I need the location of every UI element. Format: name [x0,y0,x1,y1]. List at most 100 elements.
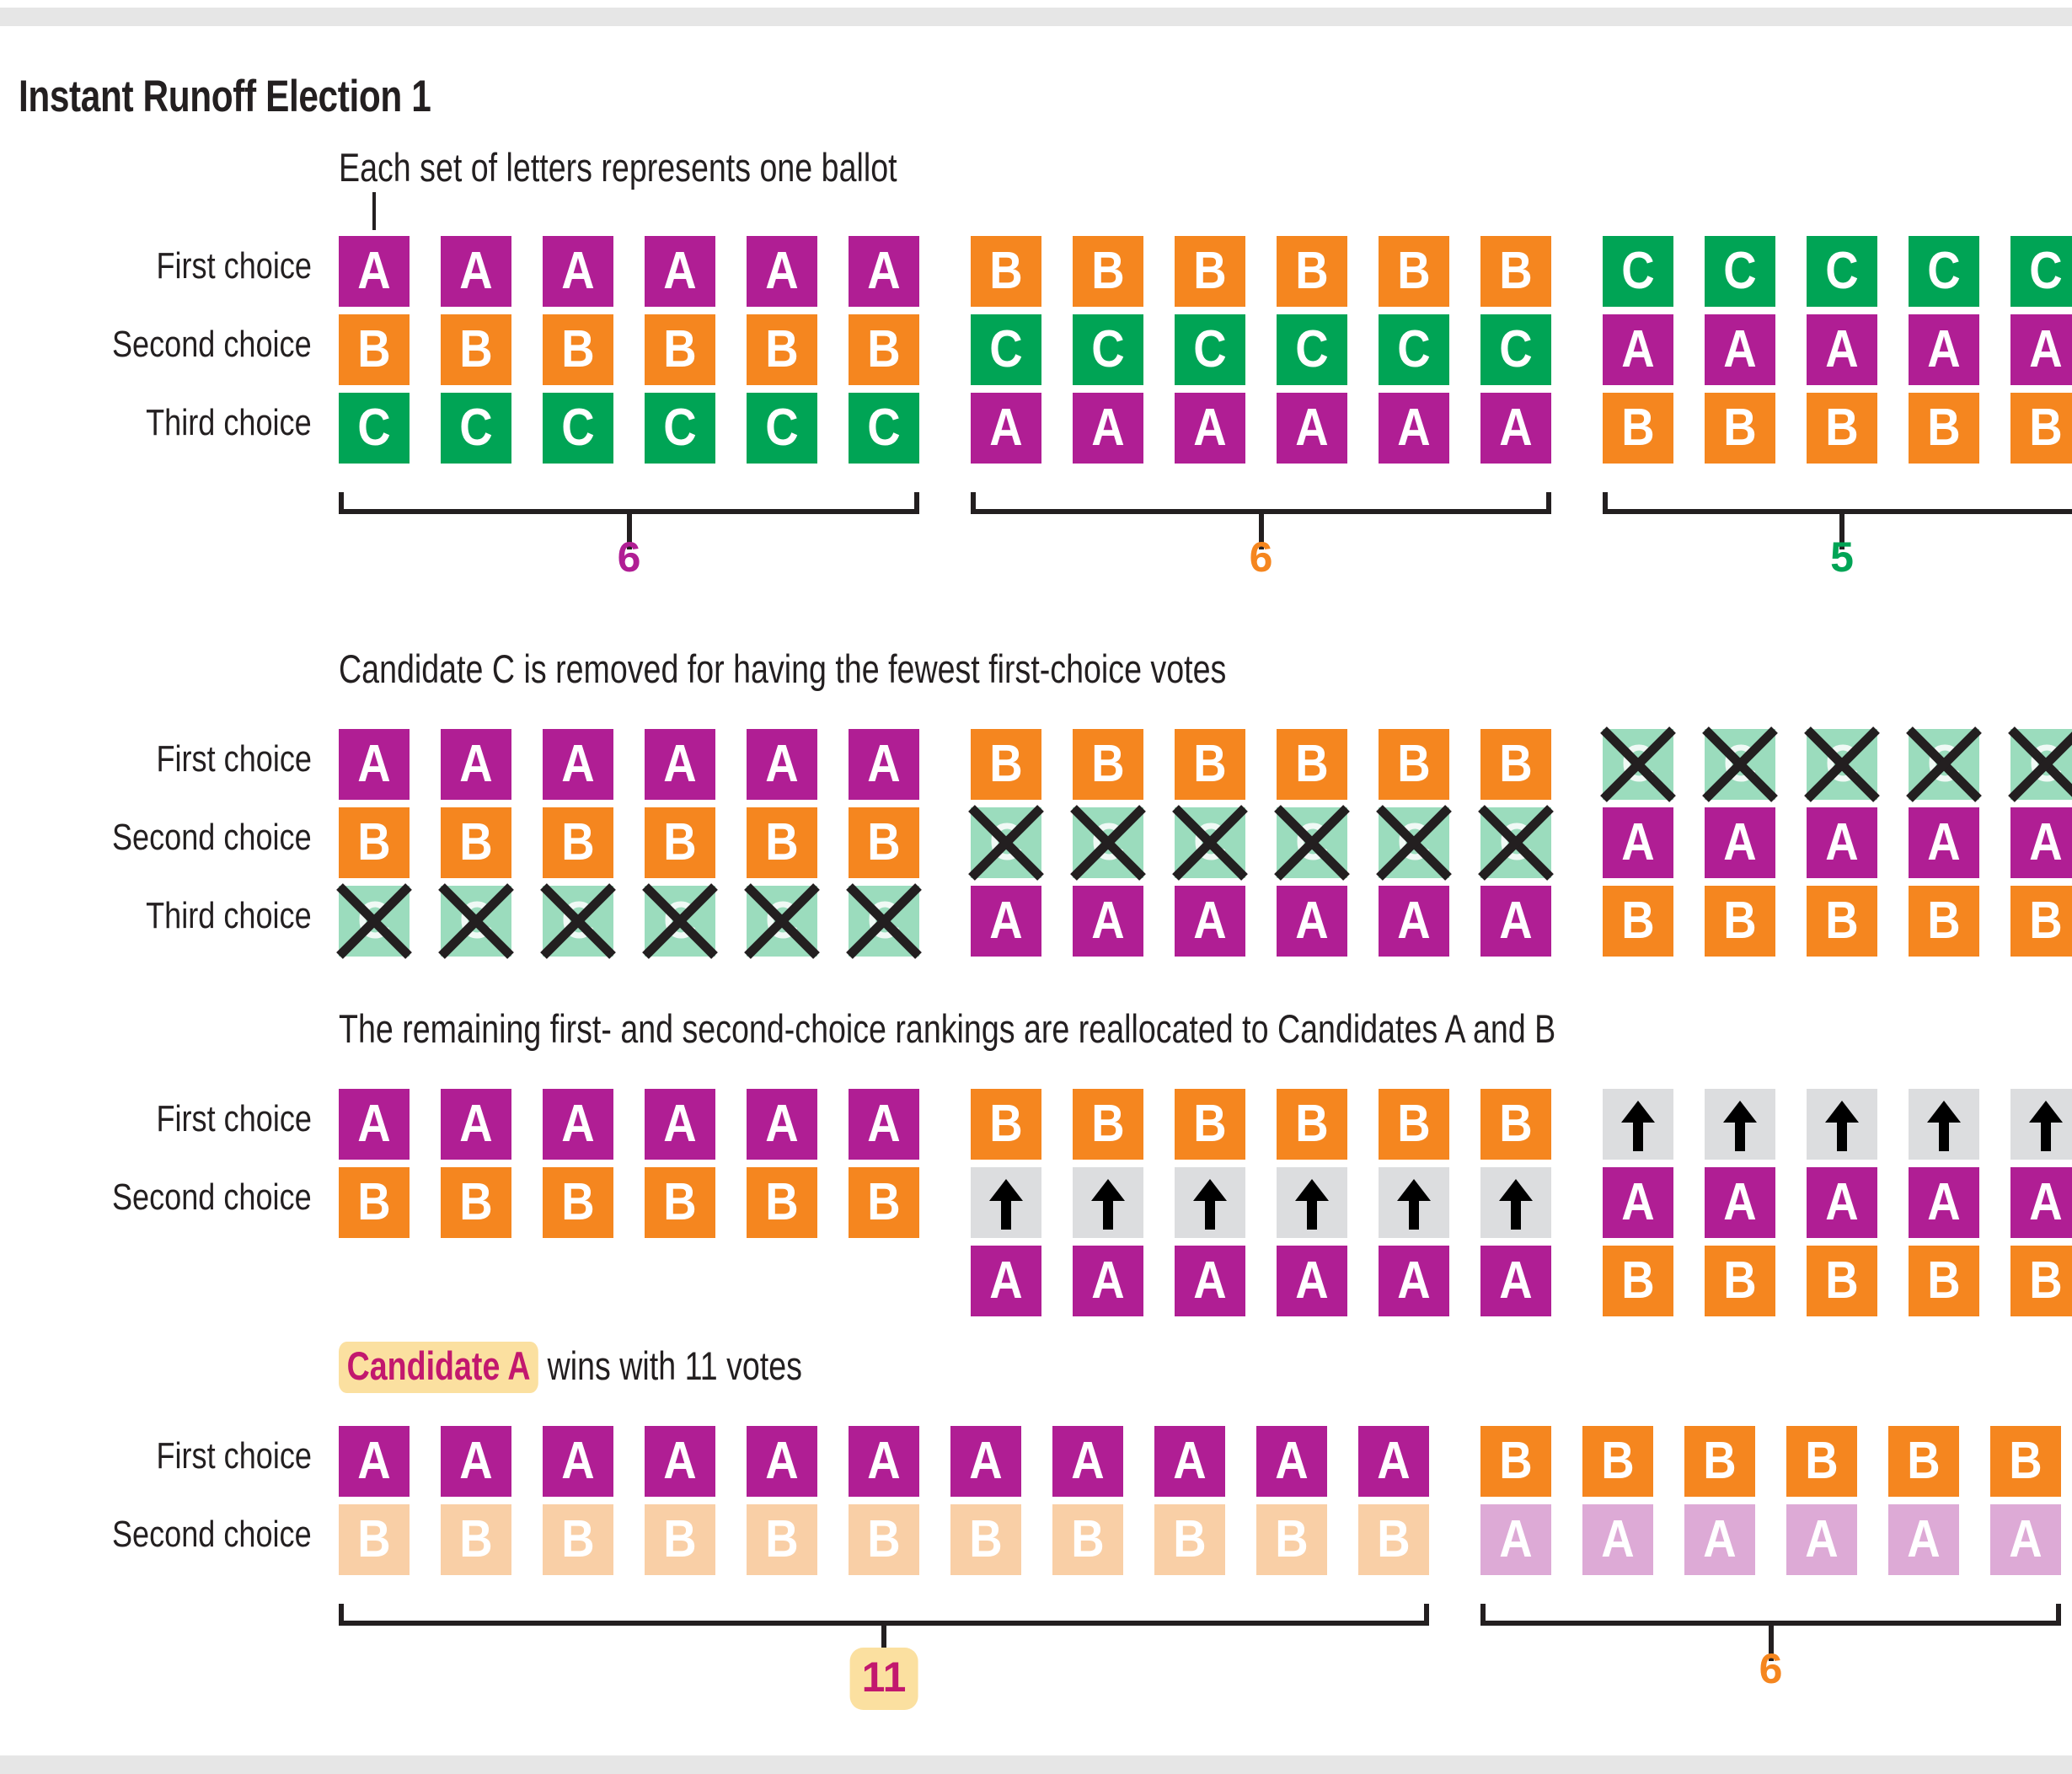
ballot-tile-letter: C [989,813,1023,871]
ballot-tile-b: B [2010,1246,2072,1316]
ballot-tile-letter: A [1723,813,1757,871]
ballot-group-bracket [971,492,1551,549]
ballot-tile-a: A [1909,1167,1979,1238]
ballot-tile-a: A [1379,393,1449,464]
ballot-tile-letter: B [867,1173,901,1231]
ballot-tile-letter: A [663,1432,697,1490]
bracket-cap-left [971,492,976,514]
ballot-tile-b: B [645,1504,715,1575]
ballot-tile-b: B [1073,1089,1143,1160]
ballot-tile-a: A [441,236,511,307]
ballot-tile-a: A [645,236,715,307]
ballot-tile-b: B [1603,1246,1673,1316]
ballot-tile-c: C [645,393,715,464]
ballot-tile-a: A [747,729,817,800]
ballot-tile-letter: A [561,735,595,793]
ballot-tile-b: B [1256,1504,1327,1575]
ballot-tile-letter: A [1723,320,1757,378]
ballot-tile-b: B [747,1504,817,1575]
ballot-tile-b: B [1807,886,1877,957]
ballot-tile-letter: A [561,1095,595,1153]
ballot-tile-letter: B [1173,1510,1207,1568]
ballot-tile-eliminated: C [1172,805,1248,881]
ballot-tile-b: B [971,1089,1041,1160]
bracket-cap-right [1424,1604,1429,1626]
ballot-tile-b: B [1705,886,1775,957]
ballot-tile-b: B [1052,1504,1123,1575]
ballot-group-bracket [1480,1604,2061,1661]
ballot-tile-letter: B [1825,399,1859,457]
ballot-tile-letter: B [1907,1432,1941,1490]
ballot-tile-letter: B [561,320,595,378]
ballot-tile-b: B [2010,393,2072,464]
ballot-tile-letter: B [1397,1095,1431,1153]
up-arrow-icon [1295,1179,1329,1230]
ballot-tile-b: B [1582,1426,1653,1497]
ballot-tile-b: B [1175,1089,1245,1160]
ballot-tile-letter: B [867,1510,901,1568]
ballot-tile-b: B [1073,729,1143,800]
ballot-tile-letter: C [663,892,697,950]
ballot-tile-letter: B [561,1173,595,1231]
ballot-tile-letter: A [1295,892,1329,950]
ballot-tile-letter: A [663,1095,697,1153]
ballot-tile-b: B [1277,1089,1347,1160]
ballot-tile-letter: C [357,399,391,457]
ballot-tile-letter: A [765,1432,799,1490]
bracket-cap-right [1546,492,1551,514]
ballot-tile-b: B [1909,1246,1979,1316]
ballot-tile-arrow [1480,1167,1551,1238]
ballot-tile-arrow [1807,1089,1877,1160]
ballot-tile-a: A [1603,1167,1673,1238]
ballot-tile-letter: B [459,320,493,378]
round4-caption: Candidate A wins with 11 votes [339,1342,802,1393]
ballot-tile-eliminated: C [744,883,820,959]
ballot-tile-arrow [1175,1167,1245,1238]
ballot-tile-letter: A [1499,1510,1533,1568]
ballot-tile-a: A [2010,1167,2072,1238]
ballot-tile-letter: A [1091,892,1125,950]
up-arrow-icon [1397,1179,1431,1230]
ballot-tile-c: C [1277,314,1347,385]
up-arrow-icon [2029,1101,2063,1151]
ballot-tile-c: C [849,393,919,464]
ballot-tile-b: B [441,314,511,385]
ballot-tile-letter: B [1927,399,1961,457]
ballot-tile-letter: B [1499,1095,1533,1153]
bracket-cap-left [1480,1604,1486,1626]
ballot-tile-letter: A [867,1432,901,1490]
ballot-tile-a: A [971,1246,1041,1316]
ballot-tile-b: B [1705,1246,1775,1316]
ballot-tile-letter: A [459,242,493,300]
ballot-tile-b: B [1990,1426,2061,1497]
ballot-tile-letter: A [2029,1173,2063,1231]
ballot-tile-letter: B [1927,892,1961,950]
ballot-tile-c: C [747,393,817,464]
ballot-tile-c: C [1480,314,1551,385]
ballot-group-count: 6 [1249,533,1273,581]
ballot-tile-b: B [849,807,919,878]
ballot-tile-b: B [441,1167,511,1238]
ballot-tile-b: B [747,1167,817,1238]
ballot-tile-letter: A [989,1251,1023,1310]
ballot-tile-letter: A [1397,1251,1431,1310]
ballot-tile-letter: B [765,1510,799,1568]
ballot-tile-a: A [645,1089,715,1160]
ballot-tile-letter: C [1397,813,1431,871]
winner-highlight: Candidate A [339,1342,539,1393]
ballot-tile-letter: A [1397,399,1431,457]
ballot-tile-c: C [1705,236,1775,307]
ballot-tile-letter: A [663,242,697,300]
ballot-tile-arrow [1379,1167,1449,1238]
ballot-tile-a: A [1909,314,1979,385]
ballot-tile-b: B [1807,393,1877,464]
ballot-tile-letter: C [561,892,595,950]
row-label-second-choice: Second choice [112,817,312,858]
ballot-tile-letter: C [561,399,595,457]
ballot-tile-letter: C [1091,813,1125,871]
ballot-tile-letter: B [969,1510,1003,1568]
ballot-tile-letter: A [1601,1510,1635,1568]
ballot-tile-a: A [1073,393,1143,464]
ballot-tile-a: A [1786,1504,1857,1575]
row-label-first-choice: First choice [156,1098,312,1139]
